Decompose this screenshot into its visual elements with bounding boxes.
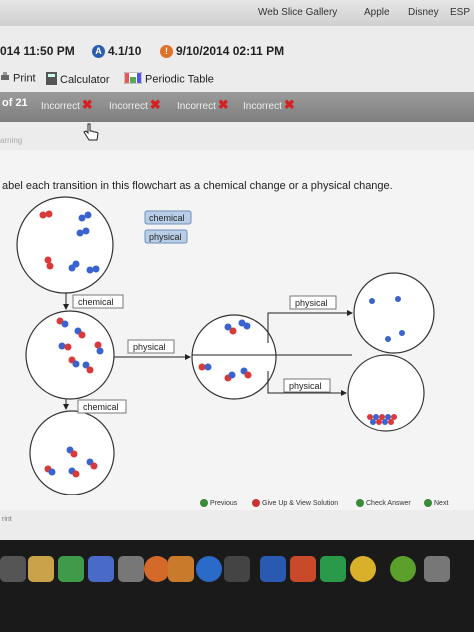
tab-label: Incorrect	[243, 101, 282, 112]
transition-label-3[interactable]: chemical	[77, 399, 127, 414]
bookmark-esp[interactable]: ESP	[450, 7, 470, 18]
state-circle-5	[353, 272, 435, 354]
printer-icon	[0, 72, 10, 85]
print-link[interactable]: rint	[2, 516, 12, 523]
incorrect-x-icon: ✖	[149, 97, 161, 112]
dock-powerpoint-icon[interactable]	[290, 556, 316, 582]
tab-incorrect-2[interactable]: Incorrect ✖	[106, 95, 164, 115]
calculator-button[interactable]: Calculator	[46, 72, 110, 88]
periodic-table-label: Periodic Table	[145, 73, 214, 86]
dock-app-icon[interactable]	[118, 556, 144, 582]
transition-label-5-text: physical	[289, 381, 322, 391]
previous-label: Previous	[210, 499, 238, 507]
score-display: A 4.1/10	[92, 44, 142, 59]
bank-physical-text: physical	[149, 232, 182, 242]
dock-numbers-icon[interactable]	[58, 556, 84, 582]
question-count: of 21	[2, 97, 28, 109]
dock-finder-icon[interactable]	[0, 556, 26, 582]
transition-label-1[interactable]: chemical	[72, 294, 124, 309]
incorrect-x-icon: ✖	[81, 97, 93, 112]
question-tabs: of 21 Incorrect ✖ Incorrect ✖ Incorrect ✖ I…	[0, 92, 474, 122]
bank-chemical-text: chemical	[149, 213, 185, 223]
check-icon	[356, 499, 364, 507]
previous-button[interactable]: Previous	[200, 499, 237, 507]
learning-link[interactable]: arning	[0, 136, 22, 145]
transition-label-2[interactable]: physical	[127, 339, 175, 354]
check-label: Check Answer	[366, 499, 411, 507]
incorrect-x-icon: ✖	[217, 97, 229, 112]
due-date-value: 9/10/2014 02:11 PM	[176, 44, 285, 58]
dock-excel-icon[interactable]	[320, 556, 346, 582]
arrow-4-to-5	[267, 310, 353, 343]
dock-ibooks-icon[interactable]	[168, 556, 194, 582]
assignment-info-bar: 014 11:50 PM A 4.1/10 ! 9/10/2014 02:11 PM	[0, 38, 474, 66]
tab-incorrect-4[interactable]: Incorrect ✖	[240, 95, 298, 115]
score-value: 4.1/10	[108, 44, 142, 58]
transition-label-4[interactable]: physical	[289, 295, 337, 310]
next-label: Next	[434, 499, 449, 507]
give-up-button[interactable]: Give Up & View Solution	[252, 499, 338, 507]
tab-label: Incorrect	[41, 101, 80, 112]
transition-label-3-text: chemical	[83, 402, 119, 412]
navigation-footer: Previous Give Up & View Solution Check A…	[0, 492, 474, 514]
tab-incorrect-1[interactable]: Incorrect ✖	[38, 95, 96, 115]
bookmark-web-slice-gallery[interactable]: Web Slice Gallery	[258, 7, 337, 18]
question-text: abel each transition in this flowchart a…	[2, 180, 393, 192]
dock-spotify-icon[interactable]	[390, 556, 416, 582]
incorrect-x-icon: ✖	[283, 97, 295, 112]
transition-label-5[interactable]: physical	[283, 378, 331, 393]
next-button[interactable]: Next	[424, 499, 448, 507]
state-circle-4	[191, 314, 277, 400]
print-button[interactable]: Print	[0, 72, 36, 85]
periodic-table-icon	[123, 71, 143, 87]
dock-chrome-icon[interactable]	[350, 556, 376, 582]
dock-app-icon[interactable]	[424, 556, 450, 582]
bookmarks-bar: Web Slice Gallery Apple Disney ESP	[0, 0, 474, 26]
dock-pages-icon[interactable]	[28, 556, 54, 582]
give-up-icon	[252, 499, 260, 507]
transition-label-1-text: chemical	[78, 297, 114, 307]
hand-cursor-icon	[83, 123, 99, 141]
transition-label-2-text: physical	[133, 342, 166, 352]
label-bank-physical[interactable]: physical	[144, 229, 188, 244]
tools-bar: Print Calculator Periodic Table	[0, 68, 474, 92]
state-circle-2	[25, 310, 115, 400]
dock-word-icon[interactable]	[260, 556, 286, 582]
bookmark-disney[interactable]: Disney	[408, 7, 439, 18]
calculator-label: Calculator	[60, 73, 110, 86]
state-circle-1	[16, 196, 114, 294]
transition-label-4-text: physical	[295, 298, 328, 308]
print-label: Print	[13, 72, 36, 85]
dock-keynote-icon[interactable]	[88, 556, 114, 582]
browser-screen: Web Slice Gallery Apple Disney ESP 014 1…	[0, 0, 474, 540]
dock-appstore-icon[interactable]	[196, 556, 222, 582]
calculator-icon	[46, 72, 57, 88]
due-date-display: ! 9/10/2014 02:11 PM	[160, 44, 285, 59]
give-up-label: Give Up & View Solution	[262, 499, 339, 507]
clock-icon: !	[160, 45, 173, 59]
dock-preview-icon[interactable]	[224, 556, 250, 582]
tab-label: Incorrect	[109, 101, 148, 112]
previous-icon	[200, 499, 208, 507]
periodic-table-button[interactable]: Periodic Table	[123, 71, 214, 87]
tab-label: Incorrect	[177, 101, 216, 112]
tab-incorrect-3[interactable]: Incorrect ✖	[174, 95, 232, 115]
start-time: 014 11:50 PM	[0, 44, 75, 58]
dock-itunes-icon[interactable]	[144, 556, 170, 582]
score-icon: A	[92, 45, 105, 59]
label-bank-chemical[interactable]: chemical	[144, 210, 192, 225]
flowchart: chemical physical chemical physical chem…	[16, 196, 435, 495]
check-answer-button[interactable]: Check Answer	[356, 499, 411, 507]
next-icon	[424, 499, 432, 507]
bookmark-apple[interactable]: Apple	[364, 7, 390, 18]
dock	[0, 548, 474, 598]
